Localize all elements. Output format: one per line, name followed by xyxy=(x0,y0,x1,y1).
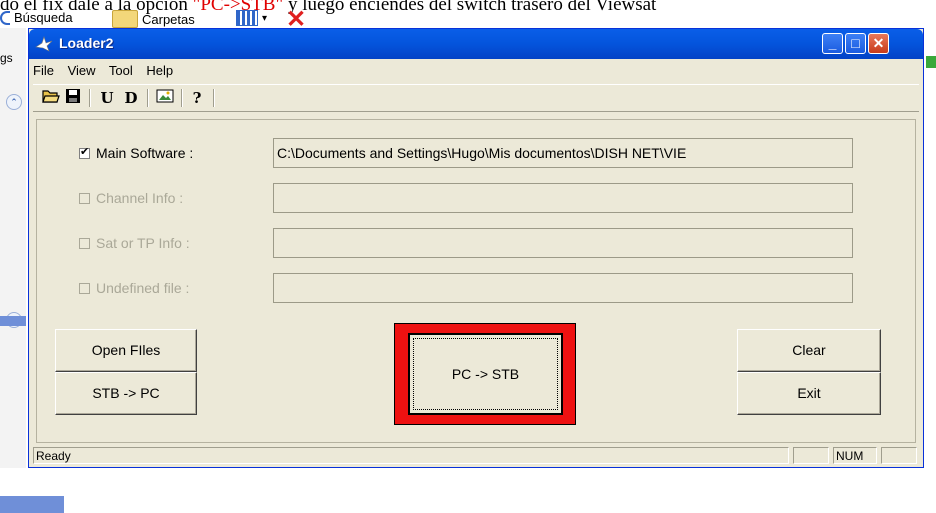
toolbar-separator xyxy=(147,89,149,107)
folders-button[interactable]: Carpetas xyxy=(112,10,195,28)
stb-to-pc-button[interactable]: STB -> PC xyxy=(55,372,197,415)
search-button[interactable]: Búsqueda xyxy=(0,10,73,25)
menu-tool[interactable]: Tool xyxy=(109,63,133,78)
pc-to-stb-highlight-frame: PC -> STB xyxy=(394,323,576,425)
help-icon[interactable]: ? xyxy=(187,88,207,108)
checkbox-channel-info[interactable]: Channel Info : xyxy=(79,190,183,206)
save-disk-icon[interactable] xyxy=(63,88,83,108)
pane-divider xyxy=(0,316,26,326)
pc-to-stb-button[interactable]: PC -> STB xyxy=(408,333,563,415)
toolbar: U D ? xyxy=(33,84,919,112)
image-icon[interactable] xyxy=(155,88,175,108)
loader2-window: Loader2 _ □ ✕ File View Tool Help U D ? … xyxy=(28,28,924,468)
maximize-button[interactable]: □ xyxy=(845,33,866,54)
right-edge-fragment xyxy=(924,44,936,104)
download-d-icon[interactable]: D xyxy=(121,88,141,108)
checkbox-main-software[interactable]: Main Software : xyxy=(79,145,193,161)
collapse-chevron-icon[interactable]: ⌃ xyxy=(6,94,22,110)
checkbox-box[interactable] xyxy=(79,237,90,249)
menu-view[interactable]: View xyxy=(68,63,96,78)
menu-help[interactable]: Help xyxy=(146,63,173,78)
menu-file[interactable]: File xyxy=(33,63,54,78)
app-bird-icon xyxy=(35,36,53,52)
pane-footer xyxy=(0,496,64,513)
checkbox-box[interactable] xyxy=(79,192,90,204)
maximize-icon: □ xyxy=(851,35,860,51)
open-folder-icon[interactable] xyxy=(41,88,61,108)
pc-to-stb-label: PC -> STB xyxy=(413,338,558,410)
open-files-button[interactable]: Open FIles xyxy=(55,329,197,372)
undefined-file-label: Undefined file : xyxy=(96,280,190,296)
folder-icon xyxy=(112,10,138,28)
sat-tp-info-label: Sat or TP Info : xyxy=(96,235,190,251)
toolbar-separator xyxy=(89,89,91,107)
checkbox-box[interactable] xyxy=(79,145,90,159)
chevron-down-icon: ▾ xyxy=(262,12,268,24)
status-bar: Ready NUM xyxy=(33,447,919,465)
main-software-label: Main Software : xyxy=(96,145,194,161)
minimize-button[interactable]: _ xyxy=(822,33,843,54)
minimize-icon: _ xyxy=(828,35,837,51)
title-bar[interactable]: Loader2 _ □ ✕ xyxy=(29,29,923,59)
sat-tp-info-path-field[interactable] xyxy=(273,228,853,258)
toolbar-separator xyxy=(213,89,215,107)
green-icon xyxy=(926,56,936,68)
undefined-file-path-field[interactable] xyxy=(273,273,853,303)
side-label: gs xyxy=(0,51,13,65)
status-cell-empty xyxy=(881,447,917,464)
checkbox-undefined-file[interactable]: Undefined file : xyxy=(79,280,189,296)
checkbox-sat-tp-info[interactable]: Sat or TP Info : xyxy=(79,235,190,251)
close-button[interactable]: ✕ xyxy=(868,33,889,54)
window-title: Loader2 xyxy=(59,35,114,51)
checkbox-box[interactable] xyxy=(79,282,90,294)
views-grid-icon xyxy=(236,10,258,26)
explorer-left-pane: ⌃ ⌃ xyxy=(0,28,64,513)
explorer-toolbar: Búsqueda Carpetas ▾ ✕ xyxy=(0,6,400,33)
search-icon xyxy=(0,10,10,25)
channel-info-label: Channel Info : xyxy=(96,190,184,206)
upload-u-icon[interactable]: U xyxy=(97,88,117,108)
clear-button[interactable]: Clear xyxy=(737,329,881,372)
status-message: Ready xyxy=(33,447,789,464)
views-button[interactable]: ▾ xyxy=(236,10,267,26)
menu-bar: File View Tool Help xyxy=(33,63,183,81)
search-label: Búsqueda xyxy=(14,10,73,25)
exit-button[interactable]: Exit xyxy=(737,372,881,415)
main-software-path-field[interactable]: C:\Documents and Settings\Hugo\Mis docum… xyxy=(273,138,853,168)
toolbar-separator xyxy=(181,89,183,107)
close-icon: ✕ xyxy=(872,35,885,51)
folders-label: Carpetas xyxy=(142,11,195,27)
num-lock-indicator: NUM xyxy=(833,447,877,464)
status-cell-empty xyxy=(793,447,829,464)
channel-info-path-field[interactable] xyxy=(273,183,853,213)
